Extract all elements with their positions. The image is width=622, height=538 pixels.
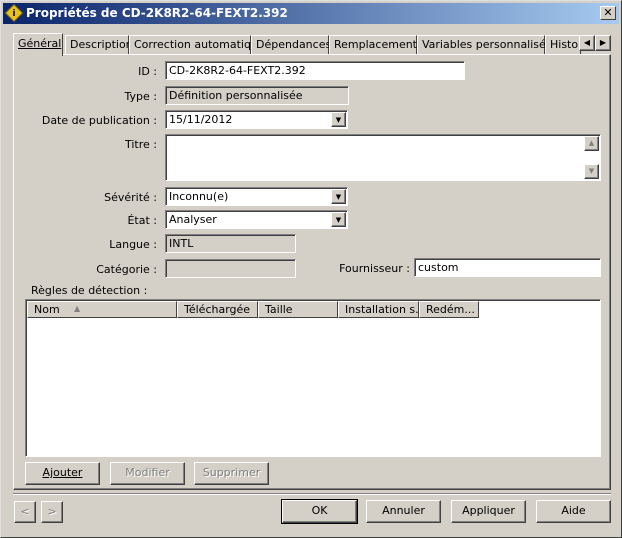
- type-value: Définition personnalisée: [169, 89, 303, 102]
- title-label: Titre :: [124, 138, 157, 151]
- ok-button[interactable]: OK: [281, 499, 358, 524]
- severity-label: Sévérité :: [104, 191, 157, 204]
- button-label: OK: [311, 504, 328, 517]
- tab-general[interactable]: Général: [13, 33, 63, 56]
- tab-label: Variables personnalisées: [422, 38, 559, 51]
- button-label: Modifier: [125, 466, 170, 479]
- close-icon: ✕: [603, 6, 613, 19]
- tab-description[interactable]: Description: [65, 35, 133, 54]
- column-install[interactable]: Installation s...: [338, 301, 419, 318]
- detection-rules-label: Règles de détection :: [31, 284, 148, 297]
- tab-dependencies[interactable]: Dépendances: [251, 35, 332, 54]
- window-title: Propriétés de CD-2K8R2-64-FEXT2.392: [26, 6, 288, 20]
- language-value: INTL: [169, 237, 194, 250]
- date-value: 15/11/2012: [169, 113, 233, 126]
- definition-icon: i: [4, 3, 24, 23]
- arrow-right-icon: ▶: [599, 38, 607, 47]
- tab-custom-variables[interactable]: Variables personnalisées: [417, 35, 558, 54]
- tab-label: Remplacements: [334, 38, 423, 51]
- column-name[interactable]: Nom ▲: [27, 301, 177, 318]
- sort-ascending-icon: ▲: [74, 304, 81, 313]
- chevron-down-icon[interactable]: ▼: [331, 212, 346, 227]
- modify-rule-button[interactable]: Modifier: [110, 462, 185, 485]
- tab-auto-correction[interactable]: Correction automatique: [129, 35, 265, 54]
- button-label: Annuler: [382, 504, 425, 517]
- footer-separator: [13, 493, 611, 495]
- apply-button[interactable]: Appliquer: [451, 500, 526, 523]
- delete-rule-button[interactable]: Supprimer: [194, 462, 269, 485]
- arrow-right-icon: >: [47, 505, 57, 518]
- column-label: Installation s...: [345, 303, 419, 316]
- date-picker[interactable]: 15/11/2012 ▼: [165, 110, 348, 129]
- previous-button[interactable]: <: [14, 501, 36, 523]
- detection-rules-list[interactable]: Nom ▲ Téléchargée Taille Installation s.…: [25, 299, 601, 457]
- vendor-value: custom: [418, 261, 459, 274]
- arrow-left-icon: ◀: [583, 38, 591, 47]
- vendor-label: Fournisseur :: [339, 262, 410, 275]
- state-value: Analyser: [169, 213, 217, 226]
- tab-strip: Général Description Correction automatiq…: [13, 33, 613, 56]
- id-field[interactable]: CD-2K8R2-64-FEXT2.392: [165, 61, 465, 80]
- button-label: Ajouter: [42, 466, 83, 479]
- add-rule-button[interactable]: Ajouter: [25, 462, 100, 485]
- state-label: État :: [127, 214, 157, 227]
- button-label: Appliquer: [462, 504, 515, 517]
- column-label: Redém...: [426, 303, 475, 316]
- id-value: CD-2K8R2-64-FEXT2.392: [169, 64, 306, 77]
- column-label: Téléchargée: [184, 303, 251, 316]
- title-textarea[interactable]: ▲ ▼: [165, 134, 601, 181]
- state-select[interactable]: Analyser ▼: [165, 210, 348, 229]
- button-label: Aide: [561, 504, 586, 517]
- tab-label: Dépendances: [256, 38, 332, 51]
- chevron-down-icon[interactable]: ▼: [331, 189, 346, 204]
- cancel-button[interactable]: Annuler: [366, 500, 441, 523]
- language-label: Langue :: [109, 238, 157, 251]
- close-button[interactable]: ✕: [600, 6, 616, 20]
- severity-value: Inconnu(e): [169, 190, 229, 203]
- help-button[interactable]: Aide: [536, 500, 611, 523]
- arrow-left-icon: <: [20, 505, 30, 518]
- scroll-up-icon[interactable]: ▲: [584, 136, 599, 151]
- type-label: Type :: [124, 90, 157, 103]
- properties-dialog: i Propriétés de CD-2K8R2-64-FEXT2.392 ✕ …: [0, 0, 622, 538]
- scroll-down-icon[interactable]: ▼: [584, 164, 599, 179]
- tab-label: Correction automatique: [134, 38, 265, 51]
- tab-replacements[interactable]: Remplacements: [329, 35, 423, 54]
- column-label: Nom: [34, 303, 60, 316]
- tab-scroll-right-button[interactable]: ▶: [595, 35, 611, 51]
- column-label: Taille: [265, 303, 293, 316]
- next-button[interactable]: >: [41, 501, 63, 523]
- tab-label: Histori: [550, 38, 580, 51]
- language-field: INTL: [165, 234, 296, 253]
- severity-select[interactable]: Inconnu(e) ▼: [165, 187, 348, 206]
- column-size[interactable]: Taille: [258, 301, 338, 318]
- tab-history[interactable]: Histori: [545, 35, 581, 54]
- category-label: Catégorie :: [96, 263, 157, 276]
- vendor-field[interactable]: custom: [414, 258, 601, 277]
- tab-scroll-left-button[interactable]: ◀: [579, 35, 595, 51]
- type-field: Définition personnalisée: [165, 86, 349, 105]
- column-restart[interactable]: Redém...: [419, 301, 479, 318]
- title-bar[interactable]: i Propriétés de CD-2K8R2-64-FEXT2.392 ✕: [3, 3, 619, 24]
- column-downloaded[interactable]: Téléchargée: [177, 301, 258, 318]
- tab-label: Description: [70, 38, 133, 51]
- chevron-down-icon[interactable]: ▼: [331, 112, 346, 127]
- button-label: Supprimer: [202, 466, 261, 479]
- category-field: [165, 259, 296, 278]
- tab-label: Général: [18, 37, 62, 50]
- date-label: Date de publication :: [41, 114, 157, 127]
- id-label: ID :: [138, 65, 157, 78]
